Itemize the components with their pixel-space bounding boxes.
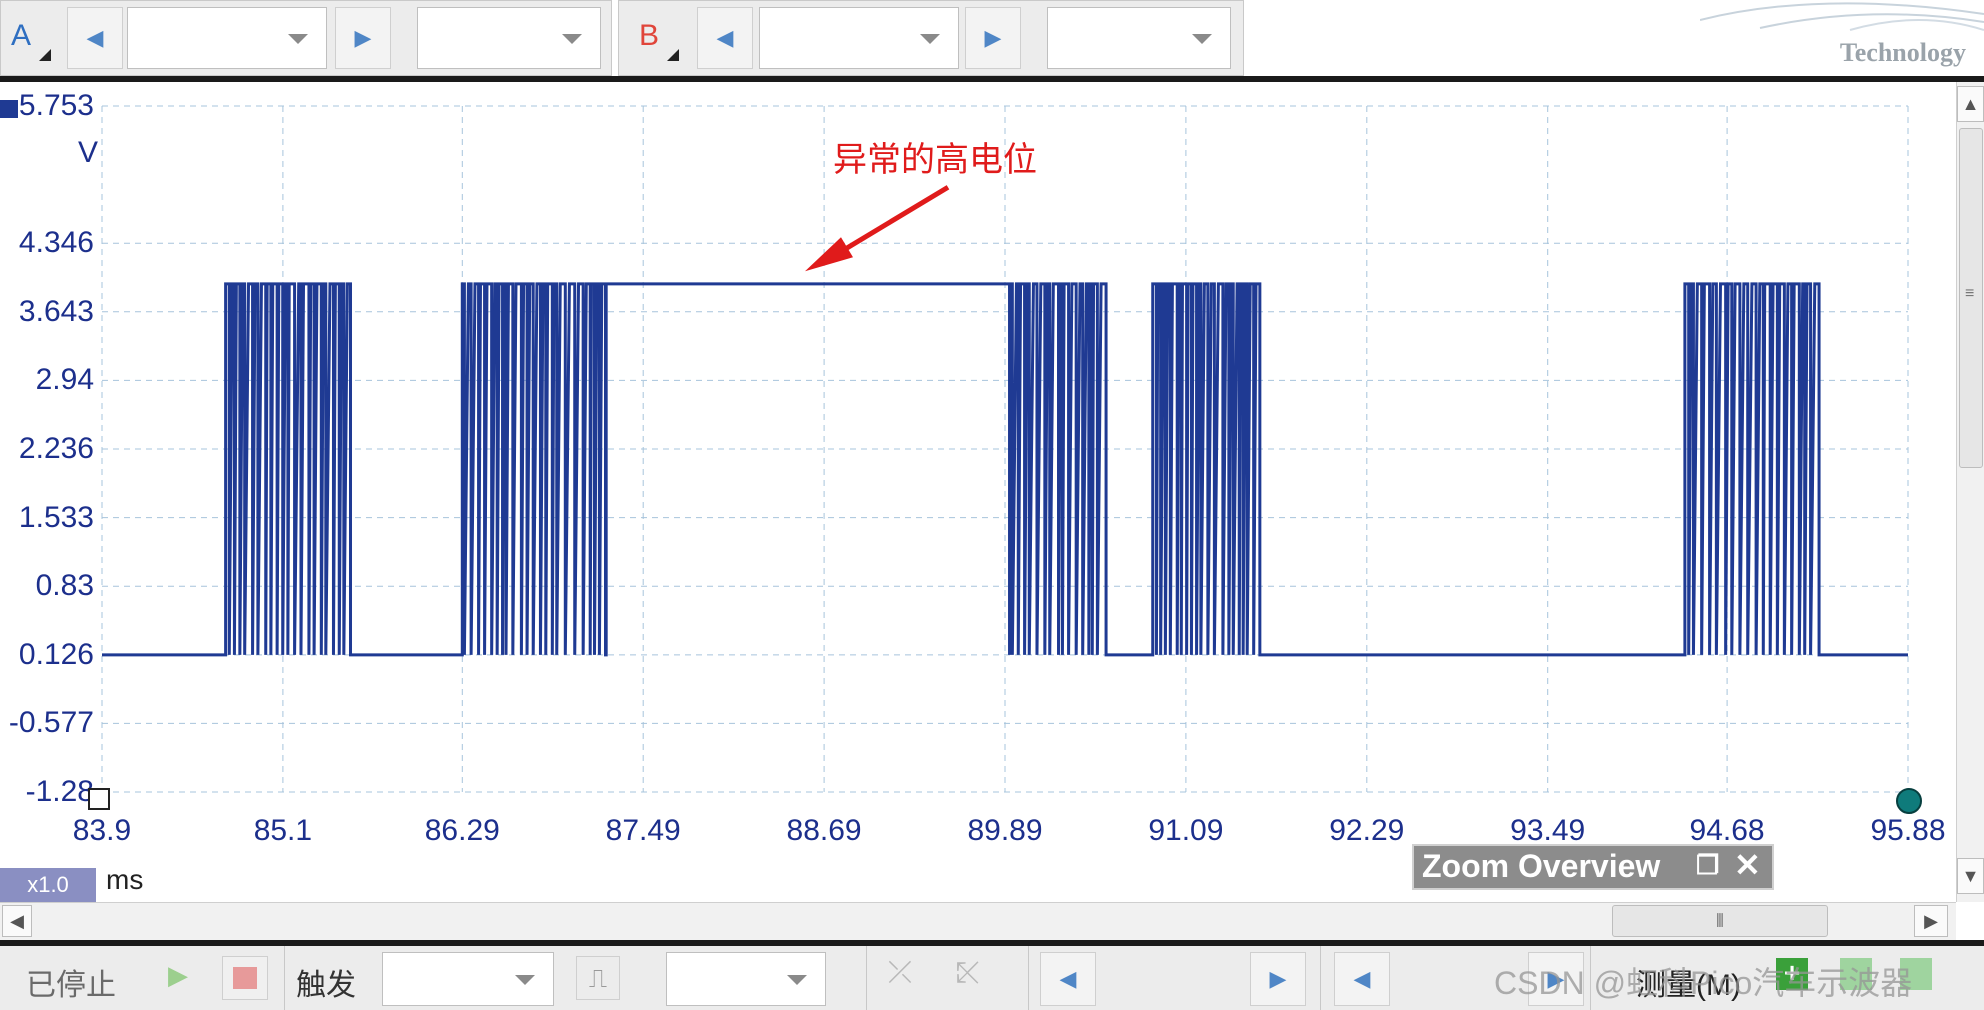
chevron-down-icon xyxy=(1192,34,1212,44)
annotation-arrowhead xyxy=(804,237,853,272)
channel-b-options-icon[interactable] xyxy=(667,49,679,61)
zoom-overview-title: Zoom Overview xyxy=(1422,848,1661,884)
company-logo: Technology xyxy=(1699,0,1984,76)
ruler-add-icon[interactable]: ⤫ xyxy=(888,956,912,990)
channel-a-coupling-select[interactable] xyxy=(417,7,601,69)
vertical-scrollbar[interactable]: ▲ ≡ ▼ xyxy=(1956,82,1984,902)
trigger-source-select[interactable] xyxy=(666,952,826,1006)
trigger-controls: 触发 ⎍ xyxy=(286,946,867,1010)
timebase-controls: ◀ ▶ xyxy=(1030,946,1321,1010)
channel-a-prev-button[interactable]: ◀ xyxy=(67,7,123,69)
horizontal-scroll-thumb[interactable]: ⦀ xyxy=(1612,905,1828,937)
vertical-scroll-thumb[interactable]: ≡ xyxy=(1959,128,1983,468)
trigger-edge-icon[interactable]: ⎍ xyxy=(576,956,620,1000)
x-unit-label: ms xyxy=(106,864,144,895)
stop-icon xyxy=(233,967,257,989)
horizontal-scrollbar[interactable]: ◀ ⦀ ▶ xyxy=(0,902,1956,941)
channel-a-options-icon[interactable] xyxy=(39,49,51,61)
zoom-factor-badge[interactable]: x1.0 xyxy=(0,868,96,902)
scroll-down-button[interactable]: ▼ xyxy=(1957,858,1984,894)
timebase-prev-button[interactable]: ◀ xyxy=(1040,952,1096,1006)
scroll-left-button[interactable]: ◀ xyxy=(2,905,32,937)
play-icon[interactable]: ▶ xyxy=(168,960,188,991)
restore-icon[interactable]: ❐ xyxy=(1696,850,1719,881)
chevron-down-icon xyxy=(515,975,535,985)
watermark: CSDN @虹科Pico汽车示波器 xyxy=(1494,965,1913,1001)
zoom-overview-panel[interactable]: Zoom Overview ❐ ✕ xyxy=(1412,844,1774,890)
trigger-marker-icon[interactable] xyxy=(88,788,110,810)
scroll-right-button[interactable]: ▶ xyxy=(1914,905,1948,937)
run-controls: 已停止 ▶ xyxy=(0,946,285,1010)
annotation-group: 异常的高电位 xyxy=(804,140,1037,272)
waveform-chart[interactable]: 异常的高电位 xyxy=(0,82,1956,894)
channel-a-label[interactable]: A xyxy=(11,19,31,53)
chevron-down-icon xyxy=(562,34,582,44)
channel-toolbar: A ◀ ▶ B ◀ ▶ Technology xyxy=(0,0,1984,76)
timebase-next-button[interactable]: ▶ xyxy=(1250,952,1306,1006)
channel-b-next-button[interactable]: ▶ xyxy=(965,7,1021,69)
scope-plot-area[interactable]: V 5.753 4.346 3.643 2.94 2.236 1.533 0.83 0.126… xyxy=(0,82,1956,894)
channel-a-group: A ◀ ▶ xyxy=(0,0,612,76)
channel-b-group: B ◀ ▶ xyxy=(618,0,1244,76)
channel-b-coupling-select[interactable] xyxy=(1047,7,1231,69)
grip-icon: ≡ xyxy=(1965,285,1975,302)
chevron-down-icon xyxy=(787,975,807,985)
channel-a-next-button[interactable]: ▶ xyxy=(335,7,391,69)
channel-a-range-select[interactable] xyxy=(127,7,327,69)
trigger-label: 触发 xyxy=(296,969,356,1002)
channel-b-range-select[interactable] xyxy=(759,7,959,69)
logo-text: Technology xyxy=(1839,38,1966,67)
chevron-down-icon xyxy=(920,34,940,44)
annotation-text: 异常的高电位 xyxy=(833,140,1037,180)
ruler-handle-icon[interactable] xyxy=(1896,788,1922,814)
stop-button[interactable] xyxy=(222,956,268,1000)
close-icon[interactable]: ✕ xyxy=(1734,846,1761,884)
status-label: 已停止 xyxy=(26,969,116,1002)
samples-prev-button[interactable]: ◀ xyxy=(1334,952,1390,1006)
chart-grid xyxy=(101,105,1909,793)
ruler-tools: ⤫ ⤪ xyxy=(868,946,1029,1010)
ruler-remove-icon[interactable]: ⤪ xyxy=(956,956,980,990)
trigger-mode-select[interactable] xyxy=(382,952,554,1006)
channel-b-prev-button[interactable]: ◀ xyxy=(697,7,753,69)
scroll-up-button[interactable]: ▲ xyxy=(1957,86,1984,122)
capture-toolbar: 已停止 ▶ 触发 ⎍ ⤫ ⤪ ◀ ▶ ◀ ▶ 测量(M) + CSDN @虹科P… xyxy=(0,940,1984,1010)
chevron-down-icon xyxy=(288,34,308,44)
channel-b-label[interactable]: B xyxy=(639,19,659,53)
